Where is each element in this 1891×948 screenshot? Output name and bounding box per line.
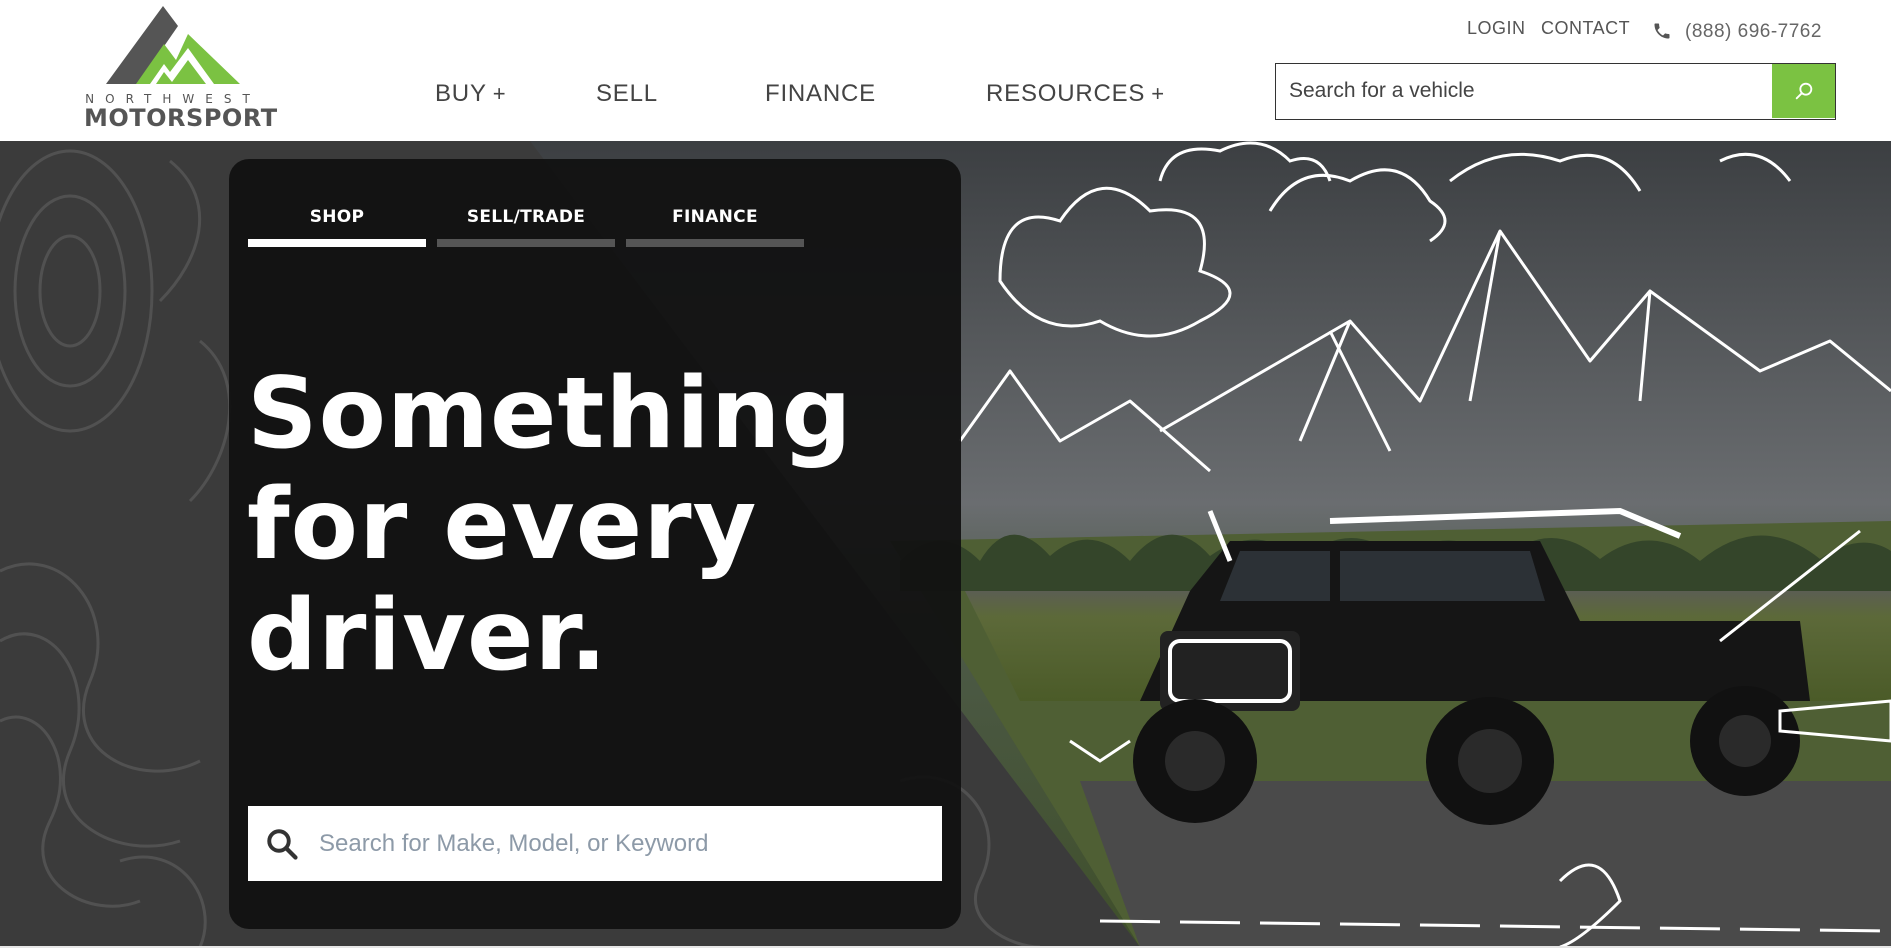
tab-finance[interactable]: FINANCE [626, 207, 804, 247]
hero-section: SHOP SELL/TRADE FINANCE Something for ev… [0, 141, 1891, 947]
headline-line-3: driver. [247, 579, 609, 693]
tab-shop-indicator [248, 239, 426, 247]
nav-sell-label: SELL [596, 80, 658, 107]
hero-headline: Something for every driver. [247, 359, 947, 692]
header-search-input[interactable] [1276, 64, 1770, 118]
tab-finance-label: FINANCE [672, 207, 758, 227]
headline-line-2: for every [247, 468, 758, 582]
hero-search-input[interactable] [319, 806, 929, 881]
header-search [1275, 63, 1836, 120]
headline-line-1: Something [247, 357, 853, 471]
nav-buy[interactable]: BUY + [435, 80, 506, 108]
tab-sell-trade-label: SELL/TRADE [466, 207, 586, 227]
logo-line2: MOTORSPORT [84, 104, 278, 132]
header-search-button[interactable] [1772, 64, 1835, 118]
nav-sell[interactable]: SELL [596, 80, 658, 108]
nav-resources[interactable]: RESOURCES + [986, 80, 1165, 108]
hero-search-box [248, 806, 942, 881]
site-header: NORTHWEST MOTORSPORT LOGIN CONTACT (888)… [0, 0, 1891, 141]
search-icon [1795, 82, 1812, 100]
nav-resources-plus: + [1151, 81, 1165, 106]
hero-tabs: SHOP SELL/TRADE FINANCE [248, 207, 804, 247]
nav-buy-plus: + [492, 81, 507, 106]
phone-number-link[interactable]: (888) 696-7762 [1685, 21, 1822, 43]
tab-finance-indicator [626, 239, 804, 247]
tab-sell-trade-indicator [437, 239, 615, 247]
tab-sell-trade[interactable]: SELL/TRADE [437, 207, 615, 247]
tab-shop[interactable]: SHOP [248, 207, 426, 247]
search-icon [267, 829, 298, 860]
hero-search-panel: SHOP SELL/TRADE FINANCE Something for ev… [229, 159, 961, 929]
site-logo[interactable]: NORTHWEST MOTORSPORT [84, 4, 277, 132]
nav-finance[interactable]: FINANCE [765, 80, 876, 108]
nav-resources-label: RESOURCES [986, 80, 1146, 107]
nav-finance-label: FINANCE [765, 80, 876, 107]
contact-link[interactable]: CONTACT [1541, 18, 1630, 39]
tab-shop-label: SHOP [309, 207, 365, 227]
login-link[interactable]: LOGIN [1467, 18, 1526, 39]
mountain-logo-icon [106, 6, 240, 84]
phone-icon [1654, 23, 1670, 39]
nav-buy-label: BUY [435, 80, 487, 107]
